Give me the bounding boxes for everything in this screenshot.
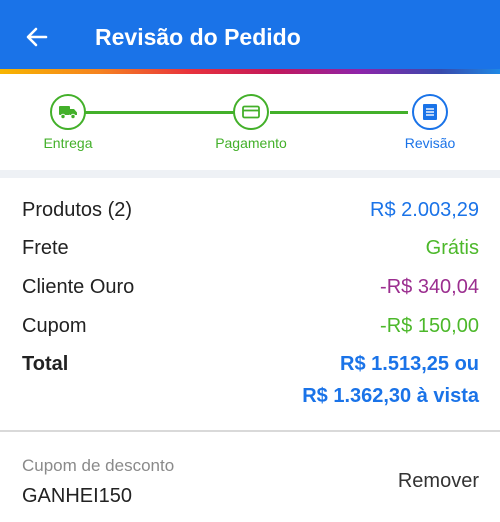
receipt-icon — [423, 104, 437, 120]
step-label-review[interactable]: Revisão — [390, 134, 470, 152]
credit-card-icon — [242, 105, 260, 119]
back-button[interactable] — [22, 22, 52, 52]
step-delivery[interactable] — [50, 94, 86, 130]
step-connector — [270, 111, 408, 114]
step-label-delivery[interactable]: Entrega — [28, 134, 108, 152]
step-label-payment[interactable]: Pagamento — [196, 134, 306, 152]
total-cash-value: R$ 1.362,30 à vista — [302, 385, 479, 407]
coupon-discount-value: -R$ 150,00 — [380, 315, 479, 337]
products-value: R$ 2.003,29 — [370, 199, 479, 221]
remove-coupon-button[interactable]: Remover — [398, 468, 479, 494]
coupon-discount-label: Cupom — [22, 315, 87, 337]
coupon-section-label: Cupom de desconto — [22, 456, 175, 475]
checkout-stepper: Entrega Pagamento Revisão — [0, 74, 500, 170]
step-connector — [78, 111, 234, 114]
arrow-left-icon — [26, 27, 48, 47]
divider — [0, 430, 500, 432]
total-value: R$ 1.513,25 ou — [340, 353, 479, 375]
shipping-label: Frete — [22, 237, 69, 259]
page-title: Revisão do Pedido — [95, 24, 301, 50]
gold-client-discount: -R$ 340,04 — [380, 276, 479, 298]
gold-client-label: Cliente Ouro — [22, 276, 135, 298]
step-payment[interactable] — [233, 94, 269, 130]
section-divider — [0, 170, 500, 178]
coupon-code: GANHEI150 — [22, 485, 133, 507]
shipping-value: Grátis — [425, 237, 479, 259]
app-bar: Revisão do Pedido — [0, 0, 500, 72]
products-label: Produtos (2) — [22, 199, 133, 221]
step-review[interactable] — [412, 94, 448, 130]
order-summary: Produtos (2) R$ 2.003,29 Frete Grátis Cl… — [0, 178, 500, 430]
truck-icon — [59, 106, 77, 120]
total-label: Total — [22, 353, 69, 375]
